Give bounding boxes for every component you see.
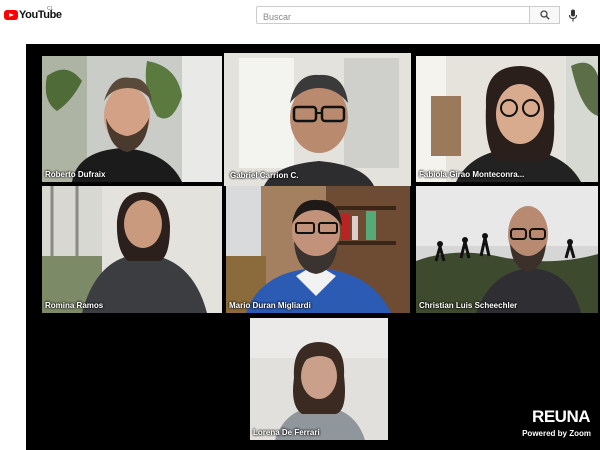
youtube-header: YouTube CL — [0, 0, 600, 34]
participant-video — [416, 56, 598, 182]
participant-tile: Lorena De Ferrari — [250, 318, 388, 440]
participant-tile: Fabiola Girao Monteconra... — [416, 56, 598, 182]
participant-video — [416, 186, 598, 313]
reuna-logo: REUNA — [532, 407, 590, 426]
search-input[interactable] — [257, 9, 529, 25]
youtube-logo-text: YouTube — [19, 9, 62, 21]
participant-tile: Roberto Dufraix — [42, 56, 222, 182]
participant-video — [42, 186, 222, 313]
participant-tile-active-speaker: Gabriel Carrion C. — [224, 53, 411, 186]
participant-video — [224, 53, 411, 186]
participant-tile: Romina Ramos — [42, 186, 222, 313]
participant-name: Christian Luis Scheechler — [419, 301, 518, 310]
country-code: CL — [47, 6, 54, 12]
participant-name: Fabiola Girao Monteconra... — [419, 170, 525, 179]
microphone-icon — [568, 9, 578, 21]
participant-name: Lorena De Ferrari — [253, 428, 320, 437]
participant-video — [226, 186, 410, 313]
search-box — [256, 6, 530, 25]
participant-name: Romina Ramos — [45, 301, 104, 310]
search-button[interactable] — [530, 6, 560, 24]
participant-name: Gabriel Carrion C. — [230, 171, 299, 180]
participant-video — [250, 318, 388, 440]
video-player[interactable]: Roberto Dufraix Gabriel Carrion C. Fabio… — [26, 44, 600, 450]
participant-tile: Christian Luis Scheechler — [416, 186, 598, 313]
participant-video — [42, 56, 222, 182]
participant-name: Roberto Dufraix — [45, 170, 106, 179]
voice-search-button[interactable] — [566, 8, 580, 22]
youtube-logo-icon — [4, 10, 18, 20]
powered-by-zoom: Powered by Zoom — [522, 429, 591, 438]
participant-tile: Mario Duran Migliardi — [226, 186, 410, 313]
participant-name: Mario Duran Migliardi — [229, 301, 311, 310]
search-icon — [539, 10, 550, 20]
